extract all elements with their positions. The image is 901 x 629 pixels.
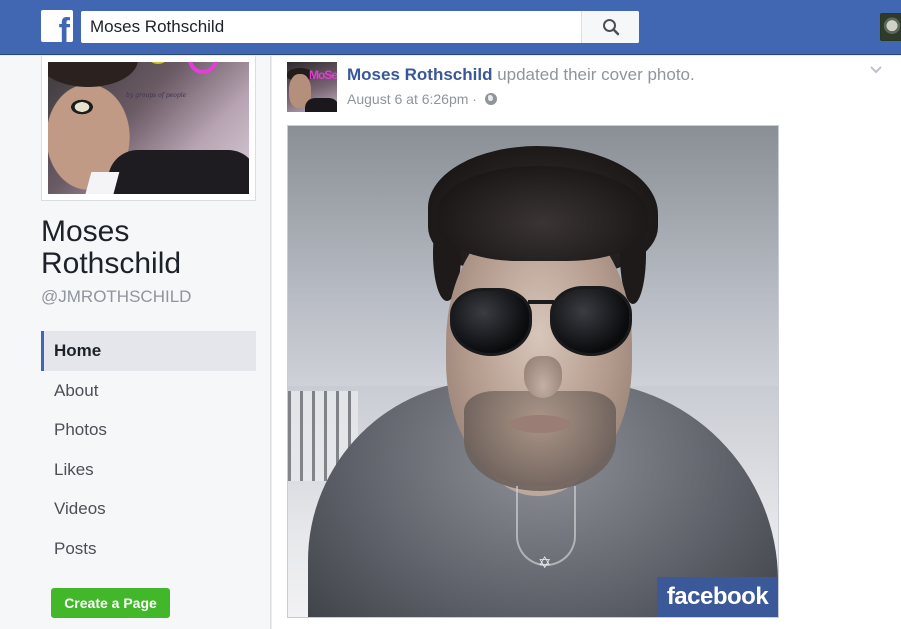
search-icon (603, 19, 620, 36)
search-input[interactable] (81, 11, 581, 43)
user-avatar[interactable] (880, 13, 901, 41)
page-title[interactable]: Moses Rothschild (41, 216, 261, 280)
page-handle[interactable]: @JMROTHSCHILD (41, 287, 191, 307)
meta-separator: · (468, 91, 477, 107)
post-author-avatar[interactable]: MoSeS (287, 62, 337, 112)
page-sidebar: by groups of people Moses Rothschild @JM… (0, 56, 271, 629)
chevron-down-icon[interactable] (870, 64, 882, 76)
post-header: Moses Rothschild updated their cover pho… (347, 65, 695, 85)
search-button[interactable] (581, 11, 639, 43)
feed-post: MoSeS Moses Rothschild updated their cov… (272, 56, 901, 629)
nav-item-photos[interactable]: Photos (41, 410, 256, 450)
create-page-button[interactable]: Create a Page (51, 588, 170, 618)
page-nav-menu: Home About Photos Likes Videos Posts (41, 331, 256, 568)
logo-letter: f (58, 12, 70, 42)
globe-icon[interactable] (484, 93, 497, 105)
cover-photo[interactable]: ✡ facebook (287, 125, 779, 618)
post-action-text: updated their cover photo. (492, 65, 695, 84)
top-navigation-bar: f (0, 0, 901, 55)
profile-image: by groups of people (48, 62, 249, 194)
post-author-link[interactable]: Moses Rothschild (347, 65, 492, 84)
profile-watermark: by groups of people (126, 92, 187, 99)
profile-picture[interactable]: by groups of people (41, 56, 256, 201)
nav-item-likes[interactable]: Likes (41, 450, 256, 490)
star-pendant-icon: ✡ (538, 555, 552, 572)
post-meta: August 6 at 6:26pm · (347, 91, 497, 107)
facebook-logo-icon[interactable]: f (41, 10, 73, 42)
nav-item-home[interactable]: Home (41, 331, 256, 371)
nav-item-posts[interactable]: Posts (41, 529, 256, 569)
nav-item-videos[interactable]: Videos (41, 489, 256, 529)
avatar-logo-text: MoSeS (309, 68, 337, 82)
post-timestamp[interactable]: August 6 at 6:26pm (347, 91, 468, 107)
facebook-watermark: facebook (657, 577, 778, 617)
nav-item-about[interactable]: About (41, 371, 256, 411)
search-bar (81, 11, 639, 43)
